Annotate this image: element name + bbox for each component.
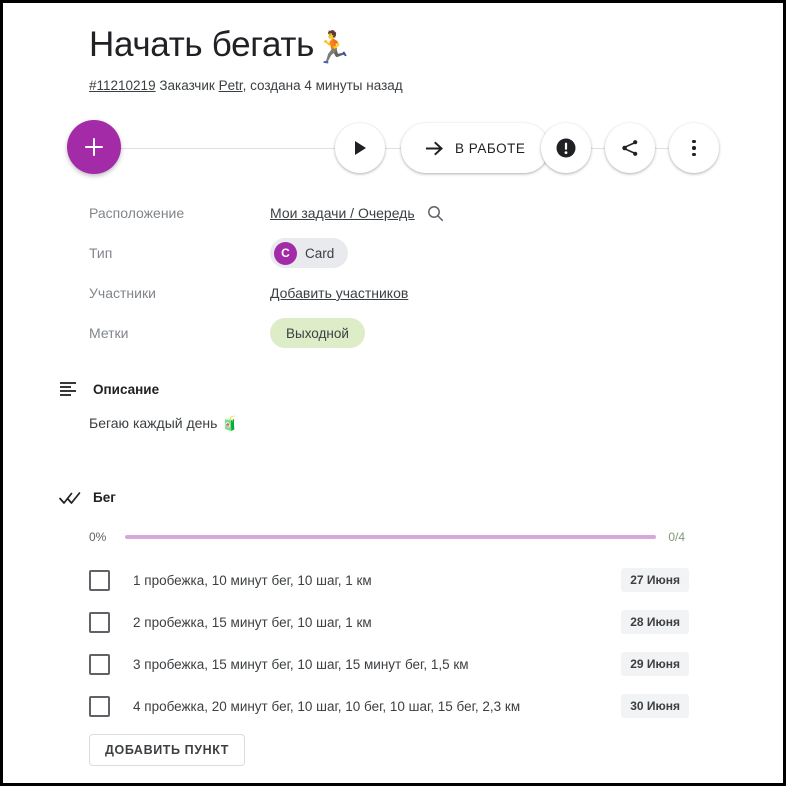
checklist-item-text[interactable]: 4 пробежка, 20 минут бег, 10 шаг, 10 бег… xyxy=(133,699,621,714)
property-label-type: Тип xyxy=(89,245,113,261)
add-participants-link[interactable]: Добавить участников xyxy=(270,285,408,301)
progress-percent-label: 0% xyxy=(89,530,107,544)
description-heading: Описание xyxy=(93,381,160,397)
action-toolbar: В РАБОТЕ xyxy=(67,120,719,176)
checkbox[interactable] xyxy=(89,695,110,717)
task-detail-page: Начать бегать🏃 #11210219 Заказчик Petr, … xyxy=(3,3,783,783)
checkbox[interactable] xyxy=(89,569,110,591)
play-button[interactable] xyxy=(335,123,385,173)
share-icon xyxy=(622,140,638,156)
list-item: 4 пробежка, 20 минут бег, 10 шаг, 10 бег… xyxy=(89,685,689,727)
description-body[interactable]: Бегаю каждый день 🧃 xyxy=(89,413,239,433)
more-options-button[interactable] xyxy=(669,123,719,173)
requester-label: Заказчик xyxy=(159,78,215,93)
checklist-items: 1 пробежка, 10 минут бег, 10 шаг, 1 км 2… xyxy=(89,559,689,727)
label-tag[interactable]: Выходной xyxy=(270,318,365,348)
add-button[interactable] xyxy=(67,120,121,174)
alert-button[interactable] xyxy=(541,123,591,173)
property-row-location: Расположение Мои задачи / Очередь xyxy=(89,193,709,233)
add-checklist-item-button[interactable]: ДОБАВИТЬ ПУНКТ xyxy=(89,734,246,766)
list-item: 2 пробежка, 15 минут бег, 10 шаг, 1 км 2… xyxy=(89,601,689,643)
toolbar-connector-line xyxy=(91,148,683,149)
property-value-type: C Card xyxy=(270,238,349,268)
property-row-type: Тип C Card xyxy=(89,233,709,273)
plus-icon-vertical xyxy=(92,138,96,156)
avatar: C xyxy=(274,241,297,265)
property-value-location: Мои задачи / Очередь xyxy=(270,205,444,222)
more-vertical-icon xyxy=(692,139,696,157)
checkbox[interactable] xyxy=(89,653,110,675)
location-link[interactable]: Мои задачи / Очередь xyxy=(270,205,415,221)
list-item: 3 пробежка, 15 минут бег, 10 шаг, 15 мин… xyxy=(89,643,689,685)
double-check-icon xyxy=(59,491,93,505)
arrow-right-icon xyxy=(426,141,443,155)
play-icon xyxy=(355,141,366,155)
description-icon xyxy=(59,381,93,397)
status-badge[interactable]: 30 Июня xyxy=(621,694,689,718)
exclamation-circle-icon xyxy=(556,138,576,158)
status-button-label: В РАБОТЕ xyxy=(455,140,526,156)
status-badge[interactable]: 28 Июня xyxy=(621,610,689,634)
title-block: Начать бегать🏃 #11210219 Заказчик Petr, … xyxy=(89,23,689,95)
description-section-header: Описание xyxy=(59,381,159,397)
checklist-section-header: Бег xyxy=(59,490,116,505)
juice-box-emoji-icon: 🧃 xyxy=(221,415,239,431)
checklist-heading: Бег xyxy=(93,490,116,505)
checkbox[interactable] xyxy=(89,611,110,633)
screenshot-frame: Начать бегать🏃 #11210219 Заказчик Petr, … xyxy=(0,0,786,786)
task-meta: #11210219 Заказчик Petr, создана 4 минут… xyxy=(89,77,689,95)
property-row-participants: Участники Добавить участников xyxy=(89,273,709,313)
property-label-labels: Метки xyxy=(89,325,129,341)
created-time: , создана 4 минуты назад xyxy=(242,78,403,93)
property-value-participants: Добавить участников xyxy=(270,285,408,301)
checklist-progress: 0% 0/4 xyxy=(89,527,685,547)
checklist-item-text[interactable]: 2 пробежка, 15 минут бег, 10 шаг, 1 км xyxy=(133,615,621,630)
property-label-location: Расположение xyxy=(89,205,185,221)
status-badge[interactable]: 27 Июня xyxy=(621,568,689,592)
description-text: Бегаю каждый день xyxy=(89,415,222,431)
property-row-labels: Метки Выходной xyxy=(89,313,709,353)
requester-link[interactable]: Petr xyxy=(219,78,243,93)
page-title: Начать бегать🏃 xyxy=(89,23,689,70)
list-item: 1 пробежка, 10 минут бег, 10 шаг, 1 км 2… xyxy=(89,559,689,601)
properties-list: Расположение Мои задачи / Очередь Тип C … xyxy=(89,193,709,353)
property-value-labels: Выходной xyxy=(270,318,365,348)
checklist-item-text[interactable]: 1 пробежка, 10 минут бег, 10 шаг, 1 км xyxy=(133,573,621,588)
share-button[interactable] xyxy=(605,123,655,173)
progress-count-label: 0/4 xyxy=(668,530,685,544)
status-badge[interactable]: 29 Июня xyxy=(621,652,689,676)
search-icon[interactable] xyxy=(427,205,444,222)
status-button[interactable]: В РАБОТЕ xyxy=(401,123,550,173)
progress-bar[interactable] xyxy=(125,535,657,539)
task-id-link[interactable]: #11210219 xyxy=(89,78,156,93)
type-chip[interactable]: C Card xyxy=(270,238,349,268)
runner-emoji-icon: 🏃 xyxy=(314,30,353,65)
page-title-text: Начать бегать xyxy=(89,25,315,64)
property-label-participants: Участники xyxy=(89,285,156,301)
checklist-item-text[interactable]: 3 пробежка, 15 минут бег, 10 шаг, 15 мин… xyxy=(133,657,621,672)
type-chip-label: Card xyxy=(305,245,335,261)
